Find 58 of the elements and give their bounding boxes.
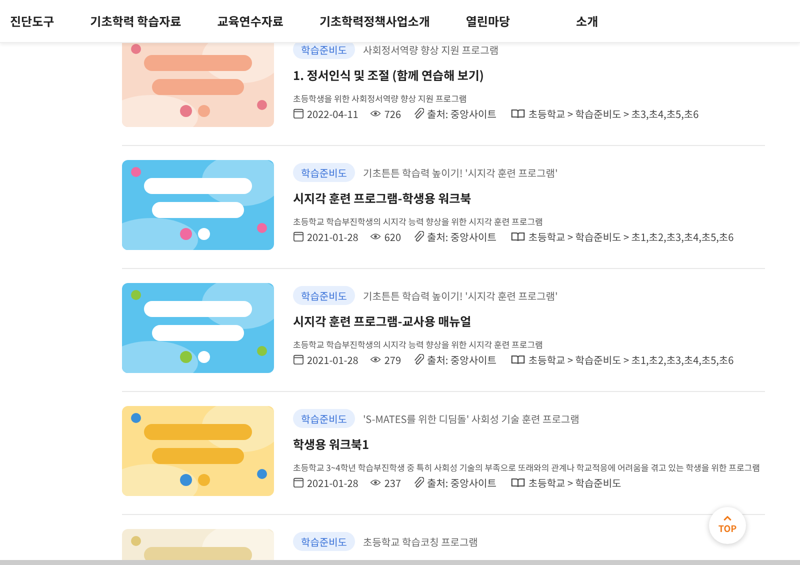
paperclip-icon xyxy=(413,108,424,119)
calendar-icon xyxy=(293,108,304,119)
post-description: 초등학교 학습부진학생의 시지각 능력 향상을 위한 시지각 훈련 프로그램 xyxy=(293,339,544,351)
nav-item[interactable]: 기초학력 학습자료 xyxy=(90,12,182,30)
post-title[interactable]: 1. 정서인식 및 조절 (함께 연습해 보기) xyxy=(293,68,699,84)
post-date: 2022-04-11 xyxy=(307,107,358,120)
book-icon xyxy=(511,108,526,119)
eye-icon xyxy=(370,108,382,119)
category-tag: 학습준비도 xyxy=(293,409,355,428)
category-path: 초등학교 > 학습준비도 xyxy=(528,476,622,489)
nav-item[interactable]: 기초학력정책사업소개 xyxy=(319,12,430,30)
caret-icon xyxy=(723,516,732,521)
category-tag: 학습준비도 xyxy=(293,532,355,551)
category-tag: 학습준비도 xyxy=(293,43,355,59)
post-description: 초등학생을 위한 사회정서역량 향상 지원 프로그램 xyxy=(293,93,468,105)
post-date: 2021-01-28 xyxy=(307,353,358,366)
view-count: 279 xyxy=(384,353,401,366)
category-tag: 학습준비도 xyxy=(293,286,355,305)
category-path: 초등학교 > 학습준비도 > 초3,초4,초5,초6 xyxy=(528,107,699,120)
eye-icon xyxy=(370,231,382,242)
nav-item[interactable]: 진단도구 xyxy=(10,12,54,30)
category-path: 초등학교 > 학습준비도 > 초1,초2,초3,초4,초5,초6 xyxy=(528,230,734,243)
series-title: 'S-MATES를 위한 디딤돌' 사회성 기술 훈련 프로그램 xyxy=(363,412,580,425)
post-title[interactable]: 시지각 훈련 프로그램-학생용 워크북 xyxy=(293,191,734,207)
post-description: 초등학교 3~4학년 학습부진학생 중 특히 사회성 기술의 부족으로 또래와의 관계나 학교적응에 어려움을 겪고 있는 학생을 위한 프로그램 xyxy=(293,462,760,474)
series-title: 기초튼튼 학습력 높이기! '시지각 훈련 프로그램' xyxy=(363,166,558,179)
post-date: 2021-01-28 xyxy=(307,230,358,243)
category-tag: 학습준비도 xyxy=(293,163,355,182)
nav-item[interactable]: 소개 xyxy=(576,12,598,30)
post-date: 2021-01-28 xyxy=(307,476,358,489)
view-count: 726 xyxy=(384,107,401,120)
post-title[interactable]: 시지각 훈련 프로그램-교사용 매뉴얼 xyxy=(293,314,734,330)
paperclip-icon xyxy=(413,231,424,242)
calendar-icon xyxy=(293,354,304,365)
calendar-icon xyxy=(293,477,304,488)
paperclip-icon xyxy=(413,354,424,365)
book-icon xyxy=(511,231,526,242)
eye-icon xyxy=(370,477,382,488)
post-source: 출처: 중앙사이트 xyxy=(427,107,496,120)
calendar-icon xyxy=(293,231,304,242)
post-title[interactable]: 학생용 워크북1 xyxy=(293,437,760,453)
nav-item[interactable]: 열린마당 xyxy=(466,12,510,30)
category-path: 초등학교 > 학습준비도 > 초1,초2,초3,초4,초5,초6 xyxy=(528,353,734,366)
series-title: 기초튼튼 학습력 높이기! '시지각 훈련 프로그램' xyxy=(363,289,558,302)
series-title: 사회정서역량 향상 지원 프로그램 xyxy=(363,43,499,56)
nav-item[interactable]: 교육연수자료 xyxy=(217,12,284,30)
scrollbar[interactable] xyxy=(0,560,800,565)
view-count: 237 xyxy=(384,476,401,489)
book-icon xyxy=(511,477,526,488)
post-source: 출처: 중앙사이트 xyxy=(427,476,496,489)
book-icon xyxy=(511,354,526,365)
post-description: 초등학교 학습부진학생의 시지각 능력 향상을 위한 시지각 훈련 프로그램 xyxy=(293,216,544,228)
eye-icon xyxy=(370,354,382,365)
paperclip-icon xyxy=(413,477,424,488)
post-source: 출처: 중앙사이트 xyxy=(427,230,496,243)
post-source: 출처: 중앙사이트 xyxy=(427,353,496,366)
series-title: 초등학교 학습코칭 프로그램 xyxy=(363,535,478,548)
view-count: 620 xyxy=(384,230,401,243)
